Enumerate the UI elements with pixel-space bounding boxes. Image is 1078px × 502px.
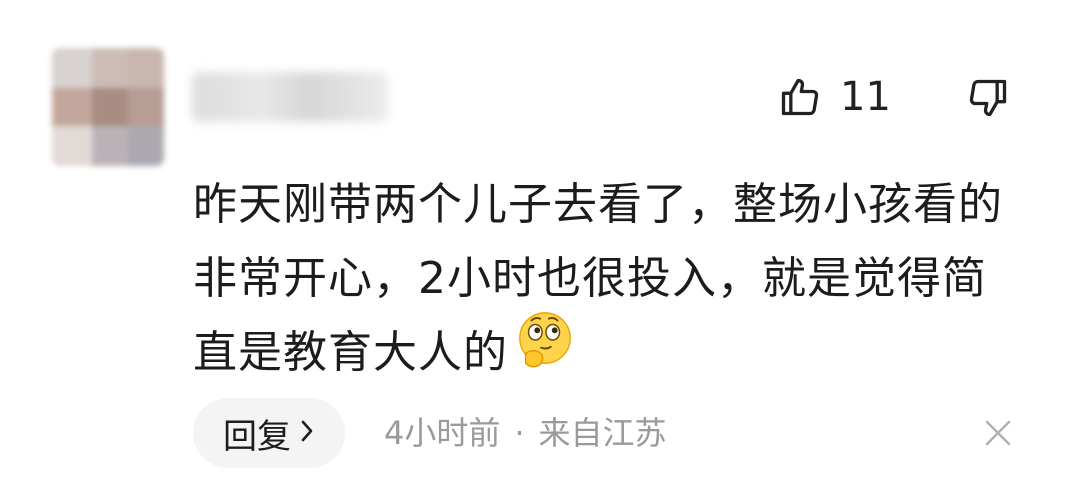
comment-meta: 4小时前 · 来自江苏 (384, 410, 667, 456)
close-button[interactable] (983, 418, 1013, 452)
like-button[interactable]: 11 (778, 72, 891, 122)
timestamp: 4小时前 (384, 414, 501, 452)
thumbs-down-icon (966, 79, 1010, 124)
location: 来自江苏 (538, 414, 667, 452)
comment-body: 昨天刚带两个儿子去看了，整场小孩看的非常开心，2小时也很投入，就是觉得简直是教育… (193, 179, 1003, 378)
reply-label: 回复 (223, 416, 291, 457)
like-count: 11 (840, 74, 891, 120)
meta-separator: · (514, 414, 525, 452)
avatar[interactable] (52, 48, 164, 166)
avatar-pixel (128, 48, 164, 88)
avatar-pixel (52, 126, 92, 166)
comment-text: 昨天刚带两个儿子去看了，整场小孩看的非常开心，2小时也很投入，就是觉得简直是教育… (193, 168, 1023, 394)
avatar-pixel (52, 88, 92, 126)
dislike-button[interactable] (966, 76, 1010, 124)
reply-button[interactable]: 回复 (193, 398, 345, 468)
thinking-face-emoji (514, 309, 576, 394)
avatar-pixel (92, 126, 128, 166)
thumbs-up-icon (778, 75, 822, 119)
avatar-pixel (128, 88, 164, 126)
avatar-pixel (128, 126, 164, 166)
close-icon (983, 420, 1013, 452)
avatar-pixel (92, 48, 128, 88)
avatar-pixel (52, 48, 92, 88)
comment-card: 11 昨天刚带两个儿子去看了，整场小孩看的非常开心，2小时也很投入，就是觉得简直… (0, 0, 1078, 502)
chevron-right-icon (299, 413, 315, 453)
avatar-pixel (92, 88, 128, 126)
username-blurred[interactable] (192, 72, 388, 122)
